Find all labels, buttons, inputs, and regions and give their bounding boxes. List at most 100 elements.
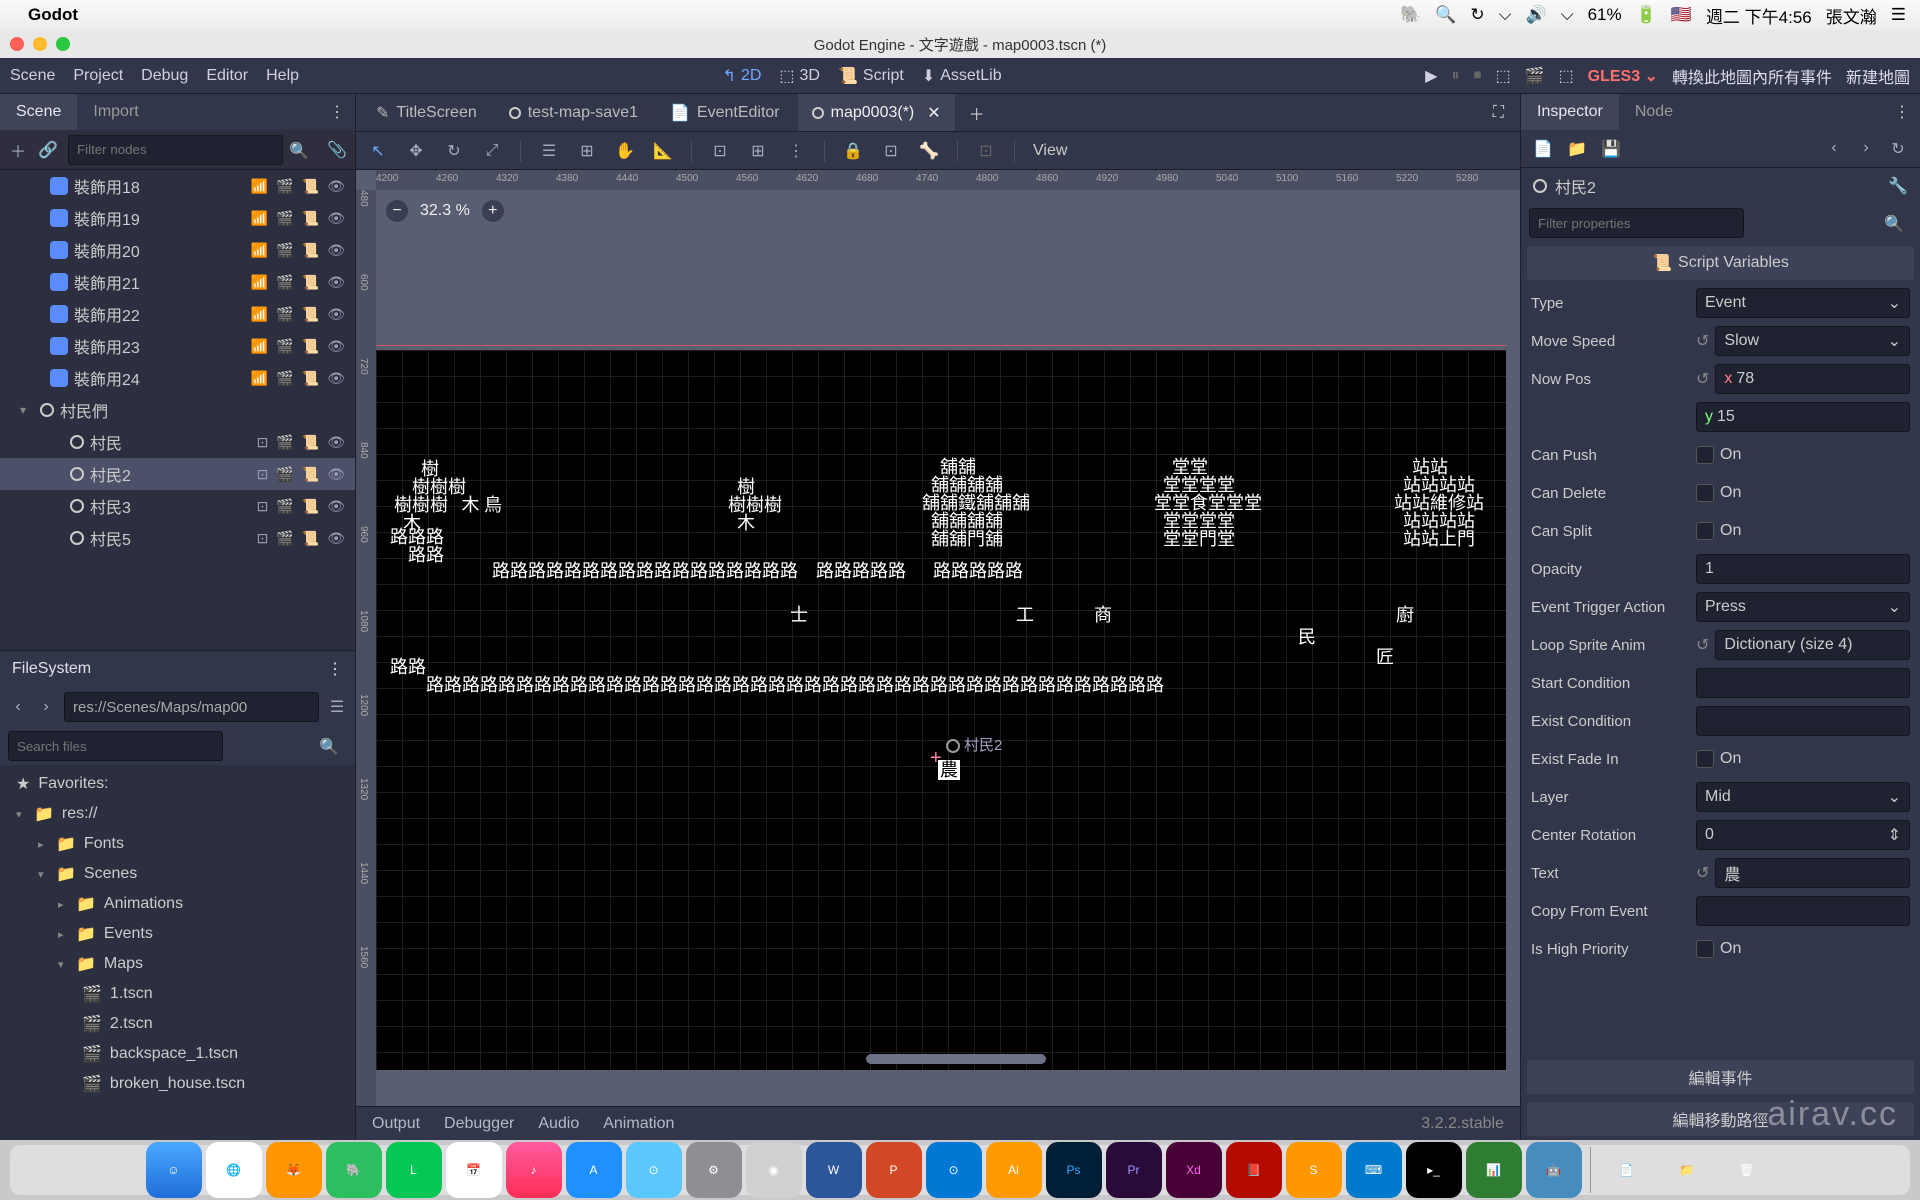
snap-tool[interactable]: ⊞: [577, 141, 597, 161]
scene-node[interactable]: 裝飾用23📶🎬📜👁: [0, 330, 355, 362]
fs-back-button[interactable]: ‹: [8, 698, 28, 716]
smart-snap-toggle[interactable]: ⊞: [748, 141, 768, 161]
script-icon[interactable]: 🎬: [276, 178, 293, 195]
menu-icon[interactable]: ☰: [1891, 5, 1906, 25]
reset-icon[interactable]: ↺: [1696, 863, 1709, 883]
snap-options[interactable]: ⋮: [786, 141, 806, 161]
script-icon[interactable]: 🎬: [276, 434, 293, 451]
dock-menu-icon[interactable]: ⋮: [1884, 102, 1920, 122]
fs-forward-button[interactable]: ›: [36, 698, 56, 716]
instance-icon[interactable]: 📶: [251, 242, 268, 259]
scene-node[interactable]: 裝飾用18📶🎬📜👁: [0, 170, 355, 202]
dock-premiere[interactable]: Pr: [1106, 1142, 1162, 1198]
tab-scene[interactable]: Scene: [0, 94, 77, 130]
visibility-icon[interactable]: 👁: [327, 210, 345, 227]
mode-2d[interactable]: ↰2D: [723, 66, 762, 86]
script-variables-section[interactable]: 📜 Script Variables: [1527, 246, 1914, 280]
scene-node-child[interactable]: 村民5⊡🎬📜👁: [0, 522, 355, 554]
fs-folder[interactable]: ▾📁Scenes: [0, 859, 355, 889]
battery-icon[interactable]: 🔋: [1636, 5, 1657, 25]
scale-tool[interactable]: ⤢: [482, 142, 502, 160]
select-tool[interactable]: ↖: [368, 141, 388, 161]
menu-editor[interactable]: Editor: [206, 67, 248, 85]
visibility-icon[interactable]: 👁: [327, 274, 345, 291]
signal-icon[interactable]: 📜: [302, 274, 319, 291]
history-prev-button[interactable]: ‹: [1824, 139, 1844, 159]
anchor-button[interactable]: ⊡: [976, 141, 996, 161]
dock-calendar[interactable]: 📅: [446, 1142, 502, 1198]
prop-centerrot-input[interactable]: 0⇕: [1696, 820, 1910, 850]
signal-icon[interactable]: 📜: [302, 210, 319, 227]
convert-events-button[interactable]: 轉換此地圖內所有事件: [1672, 64, 1832, 88]
signal-icon[interactable]: 📜: [302, 434, 319, 451]
prop-canpush-checkbox[interactable]: [1696, 446, 1714, 464]
history-next-button[interactable]: ›: [1856, 139, 1876, 159]
scene-node-child[interactable]: 村民3⊡🎬📜👁: [0, 490, 355, 522]
dock-sublime[interactable]: S: [1286, 1142, 1342, 1198]
statusbar-search-icon[interactable]: 🔍: [1435, 5, 1456, 25]
dock-music[interactable]: ♪: [506, 1142, 562, 1198]
export-button[interactable]: ⬚: [1559, 66, 1574, 86]
menu-project[interactable]: Project: [73, 67, 123, 85]
signal-icon[interactable]: 📜: [302, 498, 319, 515]
instance-icon[interactable]: 📶: [251, 306, 268, 323]
prop-type-dropdown[interactable]: Event⌄: [1696, 288, 1910, 318]
dock-menu-icon[interactable]: ⋮: [319, 102, 355, 122]
prop-text-input[interactable]: 農: [1715, 858, 1910, 888]
zoom-in-button[interactable]: +: [482, 200, 504, 222]
statusbar-timemachine-icon[interactable]: ↻: [1470, 5, 1484, 25]
scene-tree[interactable]: 裝飾用18📶🎬📜👁裝飾用19📶🎬📜👁裝飾用20📶🎬📜👁裝飾用21📶🎬📜👁裝飾用2…: [0, 170, 355, 650]
dock-illustrator[interactable]: Ai: [986, 1142, 1042, 1198]
pause-button[interactable]: ⏸: [1451, 67, 1459, 85]
save-resource-button[interactable]: 💾: [1601, 139, 1621, 159]
mode-3d[interactable]: ⬚3D: [779, 66, 820, 86]
instance-icon[interactable]: 📶: [251, 274, 268, 291]
menu-debug[interactable]: Debug: [141, 67, 188, 85]
dock-vscode[interactable]: ⌨: [1346, 1142, 1402, 1198]
history-button[interactable]: ↻: [1888, 139, 1908, 159]
fs-file[interactable]: 🎬2.tscn: [0, 1009, 355, 1039]
visibility-icon[interactable]: 👁: [327, 338, 345, 355]
dock-file[interactable]: 📄: [1599, 1142, 1655, 1198]
username[interactable]: 張文瀚: [1826, 3, 1877, 28]
bone-button[interactable]: 🦴: [919, 141, 939, 161]
fs-view-toggle[interactable]: ☰: [327, 697, 347, 717]
instance-icon[interactable]: 📶: [251, 338, 268, 355]
viewport-2d[interactable]: 4200426043204380444045004560462046804740…: [356, 170, 1520, 1106]
fs-root[interactable]: ▾📁res://: [0, 799, 355, 829]
signal-icon[interactable]: 📜: [302, 306, 319, 323]
dock-xd[interactable]: Xd: [1166, 1142, 1222, 1198]
fs-path[interactable]: res://Scenes/Maps/map00: [64, 692, 319, 722]
script-icon[interactable]: 🎬: [276, 530, 293, 547]
tab-import[interactable]: Import: [77, 94, 154, 130]
lock-button[interactable]: 🔒: [843, 141, 863, 161]
prop-eventtrigger-dropdown[interactable]: Press⌄: [1696, 592, 1910, 622]
tab-audio[interactable]: Audio: [538, 1115, 579, 1133]
fs-file[interactable]: 🎬broken_house.tscn: [0, 1069, 355, 1099]
instance-icon[interactable]: ⊡: [257, 530, 269, 547]
prop-loopsprite-value[interactable]: Dictionary (size 4): [1715, 630, 1910, 660]
menu-scene[interactable]: Scene: [10, 67, 55, 85]
view-menu[interactable]: View: [1033, 142, 1067, 160]
fs-file[interactable]: 🎬1.tscn: [0, 979, 355, 1009]
prop-existfade-checkbox[interactable]: [1696, 750, 1714, 768]
open-scene-tab[interactable]: test-map-save1: [495, 94, 652, 131]
open-scene-tab[interactable]: ✎TitleScreen: [362, 94, 491, 131]
tab-output[interactable]: Output: [372, 1115, 420, 1133]
signal-icon[interactable]: 📜: [302, 466, 319, 483]
prop-nowpos-y[interactable]: y15: [1696, 402, 1910, 432]
menu-help[interactable]: Help: [266, 67, 299, 85]
play-custom-button[interactable]: 🎬: [1525, 66, 1545, 86]
mode-script[interactable]: 📜Script: [838, 66, 904, 86]
load-resource-button[interactable]: 📁: [1567, 139, 1587, 159]
fs-folder[interactable]: ▸📁Animations: [0, 889, 355, 919]
dock-firefox[interactable]: 🦊: [266, 1142, 322, 1198]
fs-tree[interactable]: ★Favorites: ▾📁res:// ▸📁Fonts ▾📁Scenes ▸📁…: [0, 765, 355, 1140]
dock-menu-icon[interactable]: ⋮: [327, 659, 343, 679]
dock-appstore[interactable]: A: [566, 1142, 622, 1198]
visibility-icon[interactable]: 👁: [327, 530, 345, 547]
attach-script-button[interactable]: 📎: [327, 140, 347, 160]
scene-node-child[interactable]: 村民⊡🎬📜👁: [0, 426, 355, 458]
canvas-content[interactable]: 樹 樹樹樹 樹樹樹 木 木 鳥 樹 樹樹樹 木 舖舖 舖舖舖舖 舖舖鐵舖舖舖 舖…: [376, 350, 1506, 1070]
maximize-window-button[interactable]: [56, 37, 70, 51]
